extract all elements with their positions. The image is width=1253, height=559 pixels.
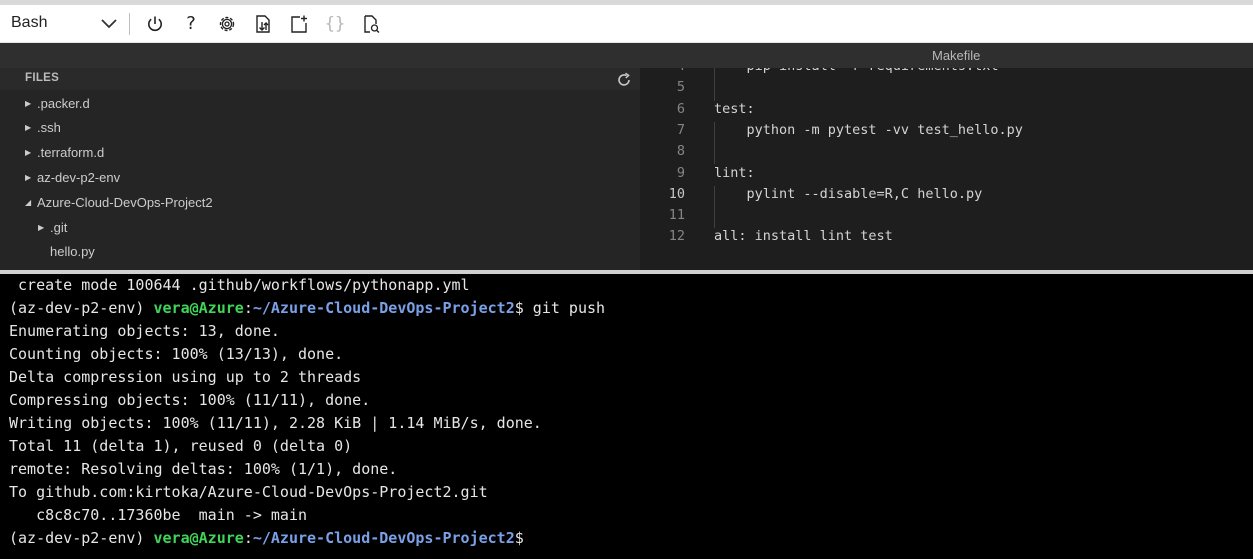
editor-panel: Makefile FILES ▶ .packer.d ▶ .ssh ▶ .terrafor… <box>0 43 1253 270</box>
terminal-line: Writing objects: 100% (11/11), 2.28 KiB … <box>9 414 542 432</box>
line-number: 11 <box>668 207 685 224</box>
help-glyph: ? <box>186 13 196 34</box>
prompt-colon: : <box>243 299 253 317</box>
terminal-line: Enumerating objects: 13, done. <box>9 322 280 340</box>
editor-tab-bar: Makefile <box>0 43 1253 68</box>
tree-item-label: .ssh <box>37 120 61 136</box>
terminal-line: Counting objects: 100% (13/13), done. <box>9 345 344 363</box>
caret-right-icon: ▶ <box>25 148 32 158</box>
help-icon[interactable]: ? <box>180 13 202 35</box>
prompt-path: ~/Azure-Cloud-DevOps-Project2 <box>252 529 515 547</box>
tree-item[interactable]: hello.py <box>38 241 95 263</box>
tree-item[interactable]: ▶ .packer.d <box>25 92 90 114</box>
code-text: all: install lint test <box>714 228 893 245</box>
caret-right-icon: ▶ <box>25 123 32 133</box>
code-text: lint: <box>714 164 755 181</box>
code-line: 4 pip install -r requirements.txt <box>640 68 1253 79</box>
line-number: 6 <box>676 100 685 117</box>
tree-item[interactable]: ▶ .ssh <box>25 117 61 139</box>
terminal-prompt-line: (az-dev-p2-env) vera@Azure:~/Azure-Cloud… <box>9 299 605 322</box>
line-number: 9 <box>676 164 685 181</box>
tree-item[interactable]: ▶ .terraform.d <box>25 142 104 164</box>
file-explorer: FILES ▶ .packer.d ▶ .ssh ▶ .terraform.d ▶ az-de… <box>0 68 640 270</box>
tree-item-label: hello.py <box>50 244 95 260</box>
prompt-user: vera@Azure <box>153 529 244 547</box>
indent-guide <box>714 121 715 165</box>
terminal-line: Delta compression using up to 2 threads <box>9 368 362 386</box>
prompt-colon: : <box>243 529 253 547</box>
shell-selector-label: Bash <box>11 14 48 31</box>
code-text: test: <box>714 100 755 117</box>
upload-download-icon[interactable] <box>252 13 274 35</box>
prompt-path: ~/Azure-Cloud-DevOps-Project2 <box>252 299 515 317</box>
code-line: 7 python -m pytest -vv test_hello.py <box>640 122 1253 143</box>
line-number: 12 <box>668 228 685 245</box>
line-number: 4 <box>640 68 685 74</box>
code-line: 10 pylint --disable=R,C hello.py <box>640 186 1253 207</box>
terminal-line: Compressing objects: 100% (11/11), done. <box>9 391 371 409</box>
tree-item-label: .git <box>50 219 68 235</box>
terminal[interactable]: create mode 100644 .github/workflows/pyt… <box>0 274 1253 559</box>
indent-guide <box>714 185 715 229</box>
power-icon[interactable] <box>144 13 166 35</box>
tree-item[interactable]: ▶ az-dev-p2-env <box>25 166 120 188</box>
code-line: 9 lint: <box>640 165 1253 186</box>
terminal-line: Total 11 (delta 1), reused 0 (delta 0) <box>9 437 353 455</box>
tree-item-label: az-dev-p2-env <box>37 169 121 185</box>
terminal-line: To github.com:kirtoka/Azure-Cloud-DevOps… <box>9 483 488 501</box>
refresh-icon[interactable] <box>615 71 633 89</box>
line-number: 5 <box>676 79 685 96</box>
settings-icon[interactable] <box>216 13 238 35</box>
editor-file-title: Makefile <box>932 48 981 63</box>
caret-down-icon: ◢ <box>25 197 32 207</box>
toolbar-divider <box>129 13 130 35</box>
prompt-dollar: $ <box>514 299 524 317</box>
chevron-down-icon <box>101 19 117 29</box>
line-number: 8 <box>676 143 685 160</box>
shell-selector[interactable]: Bash <box>0 5 128 42</box>
editor-braces-icon[interactable]: {} <box>324 13 346 35</box>
code-text: pylint --disable=R,C hello.py <box>714 185 983 202</box>
code-editor[interactable]: 4 pip install -r requirements.txt56test:… <box>640 68 1253 270</box>
caret-right-icon: ▶ <box>25 172 32 182</box>
braces-glyph: {} <box>324 14 346 34</box>
caret-right-icon: ▶ <box>25 98 32 108</box>
tree-item[interactable]: ◢ Azure-Cloud-DevOps-Project2 <box>25 191 213 213</box>
code-text: pip install -r requirements.txt <box>714 68 999 74</box>
terminal-line: create mode 100644 .github/workflows/pyt… <box>9 276 470 294</box>
new-session-icon[interactable] <box>288 13 310 35</box>
indent-guide <box>714 68 715 101</box>
code-text: python -m pytest -vv test_hello.py <box>714 121 1023 138</box>
command-text: git push <box>523 299 606 317</box>
terminal-line: c8c8c70..17360be main -> main <box>9 506 308 524</box>
terminal-line: remote: Resolving deltas: 100% (1/1), do… <box>9 460 398 478</box>
tree-item-label: .packer.d <box>37 95 90 111</box>
web-preview-icon[interactable] <box>360 13 382 35</box>
caret-right-icon: ▶ <box>38 222 45 232</box>
code-line: 11 <box>640 207 1253 228</box>
tree-item[interactable]: ▶ .git <box>38 216 67 238</box>
terminal-prompt-line: (az-dev-p2-env) vera@Azure:~/Azure-Cloud… <box>9 529 524 552</box>
code-line: 8 <box>640 143 1253 164</box>
files-title: FILES <box>25 72 60 84</box>
prompt-user: vera@Azure <box>153 299 244 317</box>
line-number: 10 <box>668 185 685 202</box>
tree-item-label: Azure-Cloud-DevOps-Project2 <box>37 194 213 210</box>
tree-item-label: .terraform.d <box>37 145 105 161</box>
files-header: FILES <box>0 68 640 90</box>
prompt-env: (az-dev-p2-env) <box>9 529 154 547</box>
prompt-dollar: $ <box>514 529 524 547</box>
code-line: 12 all: install lint test <box>640 228 1253 249</box>
code-line: 6 test: <box>640 101 1253 122</box>
cloud-shell-toolbar: Bash ? {} <box>0 5 1253 43</box>
code-line: 5 <box>640 79 1253 100</box>
prompt-env: (az-dev-p2-env) <box>9 299 154 317</box>
line-number: 7 <box>676 121 685 138</box>
